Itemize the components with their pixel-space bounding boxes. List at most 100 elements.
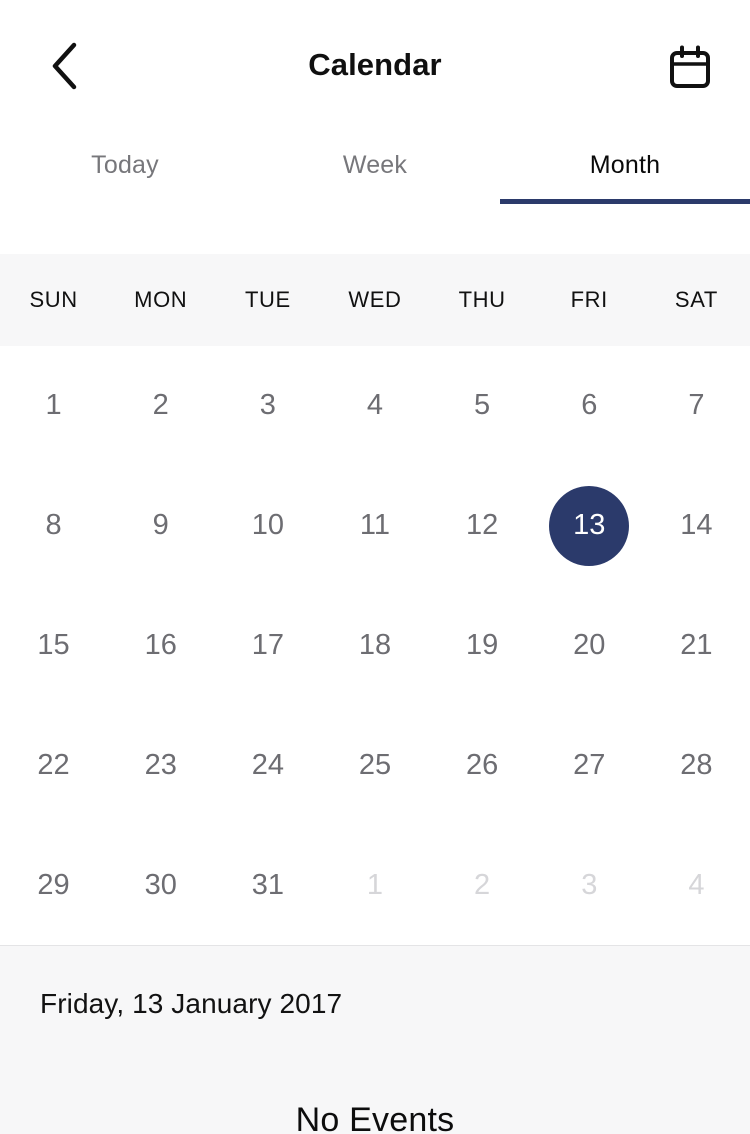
tab-week-label: Week [342, 150, 408, 179]
calendar-day-cell[interactable]: 18 [321, 586, 428, 706]
day-number: 25 [358, 748, 392, 781]
calendar-day-cell[interactable]: 24 [214, 705, 321, 825]
weekday-mon: MON [134, 287, 188, 312]
day-number: 27 [573, 748, 606, 781]
page-title: Calendar [308, 47, 442, 82]
calendar-day-cell[interactable]: 22 [0, 705, 107, 825]
day-number: 2 [152, 389, 169, 422]
calendar-day-cell[interactable]: 25 [321, 705, 428, 825]
tab-month[interactable]: Month [500, 126, 750, 204]
calendar-day-cell[interactable]: 5 [429, 346, 536, 466]
calendar-day-cell[interactable]: 28 [643, 705, 750, 825]
calendar-day-cell[interactable]: 17 [214, 586, 321, 706]
day-number: 7 [688, 389, 705, 422]
day-number: 3 [259, 389, 276, 422]
calendar-week-row: 15 16 17 18 19 20 21 [0, 586, 750, 706]
weekday-thu: THU [458, 287, 506, 312]
day-number: 26 [465, 748, 499, 781]
calendar-day-cell[interactable]: 4 [643, 825, 750, 945]
calendar-day-cell[interactable]: 26 [429, 705, 536, 825]
day-number: 15 [37, 628, 70, 661]
day-number: 17 [251, 628, 284, 661]
calendar-icon [668, 45, 712, 91]
active-tab-indicator [500, 199, 750, 204]
calendar-day-cell[interactable]: 13 [536, 466, 643, 586]
calendar-day-cell[interactable]: 19 [429, 586, 536, 706]
day-number: 8 [45, 509, 62, 542]
day-number: 5 [474, 389, 491, 422]
calendar-day-cell[interactable]: 1 [321, 825, 428, 945]
day-number: 4 [366, 389, 384, 422]
navigation-bar: Calendar [0, 0, 750, 126]
day-number: 28 [680, 748, 713, 781]
day-number: 3 [581, 868, 598, 901]
calendar-day-cell[interactable]: 4 [321, 346, 428, 466]
day-number: 31 [251, 868, 284, 901]
day-number: 1 [45, 389, 62, 422]
calendar-day-cell[interactable]: 27 [536, 705, 643, 825]
calendar-day-cell[interactable]: 12 [429, 466, 536, 586]
no-events-message: No Events [295, 1101, 455, 1134]
day-number: 30 [144, 868, 177, 901]
calendar-day-cell[interactable]: 14 [643, 466, 750, 586]
calendar-day-cell[interactable]: 2 [107, 346, 214, 466]
calendar-day-cell[interactable]: 29 [0, 825, 107, 945]
calendar-day-cell[interactable]: 20 [536, 586, 643, 706]
day-number: 22 [37, 748, 70, 781]
day-number: 12 [465, 509, 499, 542]
calendar-grid: 1 2 3 4 5 6 7 8 9 10 11 12 13 14 15 16 17 18 19 20 21 22 23 24 2… [0, 346, 750, 945]
day-number: 23 [144, 748, 177, 781]
day-number: 9 [152, 509, 169, 542]
day-number: 6 [581, 389, 598, 422]
calendar-week-row: 22 23 24 25 26 27 28 [0, 705, 750, 825]
calendar-day-cell[interactable]: 23 [107, 705, 214, 825]
calendar-day-cell[interactable]: 31 [214, 825, 321, 945]
calendar-day-cell[interactable]: 21 [643, 586, 750, 706]
calendar-day-cell[interactable]: 9 [107, 466, 214, 586]
day-number: 20 [573, 628, 606, 661]
calendar-day-cell[interactable]: 1 [0, 346, 107, 466]
day-number: 29 [37, 868, 70, 901]
tab-today-label: Today [91, 150, 159, 179]
day-number: 14 [680, 509, 713, 542]
calendar-day-cell[interactable]: 15 [0, 586, 107, 706]
calendar-screen: Calendar Today Week Month SUN MON TUE WE… [0, 0, 750, 1134]
day-number: 10 [251, 509, 284, 542]
day-number: 18 [358, 628, 392, 661]
calendar-day-cell[interactable]: 3 [214, 346, 321, 466]
weekday-tue: TUE [244, 287, 291, 312]
calendar-week-row: 1 2 3 4 5 6 7 [0, 346, 750, 466]
day-number: 4 [688, 868, 705, 901]
calendar-picker-button[interactable] [662, 40, 718, 96]
calendar-day-cell[interactable]: 8 [0, 466, 107, 586]
calendar-day-cell[interactable]: 2 [429, 825, 536, 945]
day-number: 11 [359, 509, 391, 542]
weekday-sat: SAT [674, 287, 718, 312]
selected-date-label: Friday, 13 January 2017 [40, 988, 343, 1019]
day-number: 24 [251, 748, 284, 781]
calendar-week-row: 29 30 31 1 2 3 4 [0, 825, 750, 945]
weekday-fri: FRI [570, 287, 608, 312]
day-number: 21 [680, 628, 713, 661]
weekday-header: SUN MON TUE WED THU FRI SAT [0, 254, 750, 346]
tab-today[interactable]: Today [0, 126, 250, 204]
day-number: 1 [366, 868, 384, 901]
tab-month-label: Month [589, 150, 661, 179]
day-number: 16 [144, 628, 177, 661]
view-mode-tabs: Today Week Month [0, 126, 750, 204]
weekday-sun: SUN [29, 287, 78, 312]
calendar-day-cell[interactable]: 10 [214, 466, 321, 586]
calendar-day-cell[interactable]: 6 [536, 346, 643, 466]
tab-week[interactable]: Week [250, 126, 500, 204]
calendar-day-cell[interactable]: 7 [643, 346, 750, 466]
calendar-day-cell[interactable]: 30 [107, 825, 214, 945]
day-number: 19 [465, 628, 499, 661]
calendar-week-row: 8 9 10 11 12 13 14 [0, 466, 750, 586]
calendar-day-cell[interactable]: 3 [536, 825, 643, 945]
calendar-day-cell[interactable]: 11 [321, 466, 428, 586]
calendar-day-cell[interactable]: 16 [107, 586, 214, 706]
selected-day-number: 13 [549, 485, 630, 566]
events-panel: Friday, 13 January 2017 No Events [0, 945, 750, 1134]
weekday-wed: WED [348, 287, 402, 312]
day-number: 2 [474, 868, 491, 901]
